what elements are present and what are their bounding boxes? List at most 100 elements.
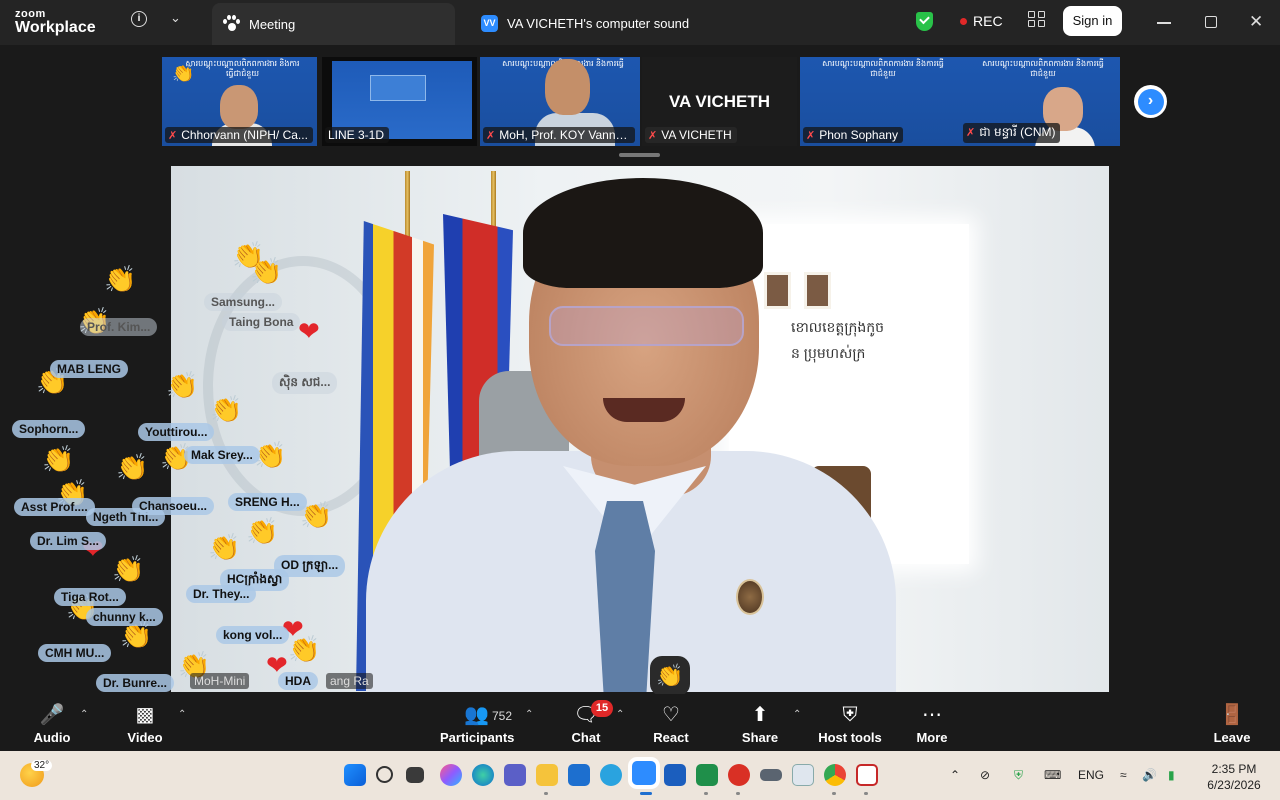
participant-name: ✗ MoH, Prof. KOY Vanny,... [483,127,635,143]
reaction-name-tag: MAB LENG [50,360,128,378]
info-icon[interactable]: i [131,11,147,27]
zoom-taskbar-icon[interactable] [632,761,656,785]
battery-icon[interactable]: ▮ [1168,768,1175,782]
clap-icon: 👏 [78,306,111,336]
show-hidden-icons-chevron-icon[interactable]: ⌃ [950,768,960,782]
input-icon[interactable]: ⌨ [1044,768,1061,782]
strip-resize-handle[interactable] [619,153,660,157]
system-clock[interactable]: 2:35 PM 6/23/2026 [1199,761,1269,793]
participant-tile[interactable]: សារបណ្តុះបណ្តាលពិភពការងារ និងការធ្វើជាជំ… [960,57,1120,146]
mic-muted-icon: ✗ [168,130,178,142]
next-page-button[interactable]: › [1134,85,1167,118]
sign-in-button[interactable]: Sign in [1063,6,1122,36]
recording-indicator[interactable]: REC [960,13,1003,29]
speaker-glasses [549,306,744,346]
reaction-name-tag: Prof. Kim... [80,318,158,336]
meeting-controls: 🎤 Audio ⌃ ▩ Video ⌃ 👥 Participants 752 ⌃… [0,694,1280,751]
windows-taskbar: 32° ⌃ ⊘ ⛨ ⌨ ENG ≈ 🔊 ▮ 2:35 PM 6/23/2026 [0,751,1280,800]
reaction-name-tag: Tiga Rot... [54,588,126,606]
tab-meeting[interactable]: Meeting [212,3,455,45]
video-button[interactable]: ▩ Video [122,694,168,751]
participant-strip: សារបណ្តុះបណ្តាលពិភពការងារ និងការធ្វើជាជំ… [162,57,1172,146]
banner-text: សារបណ្តុះបណ្តាលពិភពការងារ និងការធ្វើជាជំ… [822,59,944,78]
rec-label: REC [973,13,1003,29]
edge-icon[interactable] [472,764,494,786]
video-name-label: MoH-Mini [190,673,250,689]
zoom-logo: zoom Workplace [15,9,96,36]
tab-meeting-label: Meeting [249,16,296,32]
host-tools-button[interactable]: ⛨ Host tools [818,694,882,751]
teams-icon[interactable] [504,764,526,786]
wifi-icon[interactable]: ≈ [1120,768,1127,782]
leave-door-icon: 🚪 [1219,704,1245,726]
banner-text: សារបណ្តុះបណ្តាលពិភពការងារ និងការធ្វើជាជំ… [982,59,1104,78]
close-icon[interactable]: ✕ [1249,13,1265,30]
reaction-name-tag: CMH MU... [38,644,112,662]
chrome-icon[interactable] [824,764,846,786]
participant-tile-active-speaker[interactable]: VA VICHETH ✗ VA VICHETH [642,57,797,146]
search-icon[interactable] [376,766,393,783]
no-network-icon[interactable]: ⊘ [980,768,990,782]
tab-share-label: VA VICHETH's computer sound [507,15,690,31]
share-button[interactable]: ⬆ Share [738,694,782,751]
chat-options-chevron-icon[interactable]: ⌃ [616,709,624,720]
participant-tile[interactable]: LINE 3-1D [322,57,477,146]
calculator-icon[interactable] [792,764,814,786]
audio-button[interactable]: 🎤 Audio [28,694,76,751]
file-explorer-icon[interactable] [536,764,558,786]
maximize-icon[interactable] [1205,16,1217,28]
windows-start-icon[interactable] [344,764,366,786]
reaction-name-tag: Ngeth Thi... [86,508,166,526]
rec-dot-icon [960,17,967,25]
security-shield-icon[interactable] [916,12,933,31]
telegram-icon[interactable] [600,764,622,786]
clap-icon: 👏 [112,554,145,584]
language-indicator[interactable]: ENG [1078,768,1104,782]
reaction-name-tag: Sophorn... [12,420,86,438]
excel-icon[interactable] [696,764,718,786]
reaction-name-tag: Dr. Lim S... [30,532,107,550]
share-options-chevron-icon[interactable]: ⌃ [793,709,801,720]
title-bar: zoom Workplace i ⌄ Meeting VV VA VICHETH… [0,0,1280,45]
participant-name: ✗ Phon Sophany [803,127,903,143]
clock-time: 2:35 PM [1211,762,1257,776]
chevron-down-icon[interactable]: ⌄ [170,10,181,26]
tab-shared-screen[interactable]: VV VA VICHETH's computer sound [475,3,689,43]
clap-icon: 👏 [120,620,153,650]
participant-tile[interactable]: សារបណ្តុះបណ្តាលពិភពការងារ និងការធ្វើជាជំ… [800,57,960,146]
task-view-icon[interactable] [406,767,424,783]
react-button[interactable]: ♡ React [648,694,694,751]
participant-tile[interactable]: សារបណ្តុះបណ្តាលពិភពការងារ និងការធ្វើជាជំ… [480,57,640,146]
participants-options-chevron-icon[interactable]: ⌃ [525,709,533,720]
app-red-icon[interactable] [728,764,750,786]
reaction-name-tag: Asst Prof.... [14,498,95,516]
audio-options-chevron-icon[interactable]: ⌃ [80,709,88,720]
participant-tile[interactable]: សារបណ្តុះបណ្តាលពិភពការងារ និងការធ្វើជាជំ… [162,57,317,146]
volume-icon[interactable]: 🔊 [1142,768,1157,782]
clap-icon: 👏 [42,444,75,474]
copilot-icon[interactable] [440,764,462,786]
clap-icon: 👏 [172,63,195,83]
apps-icon[interactable] [1028,11,1048,29]
leave-button[interactable]: 🚪 Leave [1212,694,1252,751]
speaker-name-large: VA VICHETH [668,92,771,111]
paw-icon [222,15,240,33]
clap-icon: 👏 [66,592,99,622]
app-bars-icon[interactable] [760,769,782,781]
store-icon[interactable] [568,764,590,786]
banner-text: សារបណ្តុះបណ្តាលពិភពការងារ និងការធ្វើជាជំ… [185,59,300,78]
video-options-chevron-icon[interactable]: ⌃ [178,709,186,720]
chat-unread-badge: 15 [591,700,613,717]
participant-name: ✗ ជា មន្ធារី (CNM) [963,123,1061,143]
more-dots-icon: ⋯ [922,704,942,726]
security-icon[interactable]: ⛨ [1014,768,1023,783]
vv-avatar-icon: VV [481,14,498,32]
video-camera-icon: ▩ [135,704,155,726]
word-icon[interactable] [664,764,686,786]
floating-clap-reaction: 👏 [650,656,690,696]
reaction-name-tag: chunny k... [86,608,163,626]
minimize-icon[interactable] [1157,22,1171,24]
more-button[interactable]: ⋯ More [912,694,952,751]
pdf-icon[interactable] [856,764,878,786]
lapel-pin [736,579,764,615]
